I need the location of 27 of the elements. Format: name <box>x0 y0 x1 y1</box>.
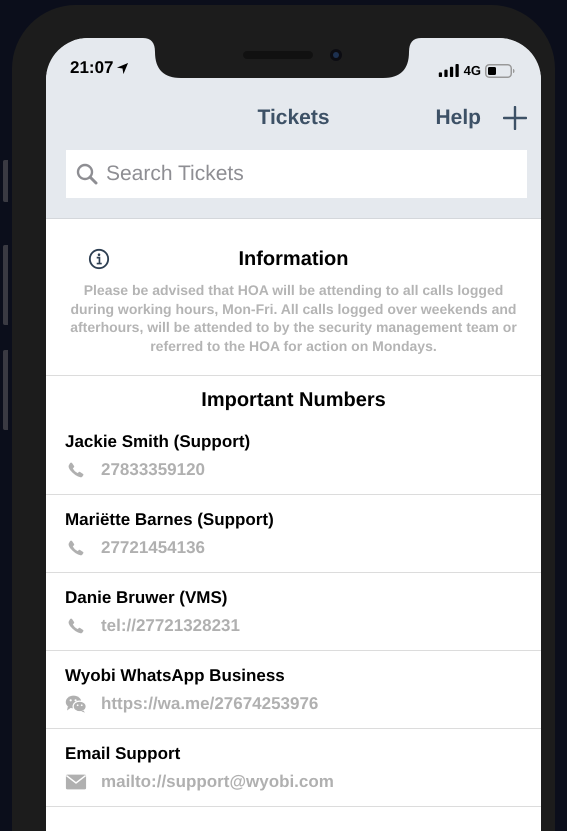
contact-name: Wyobi WhatsApp Business <box>65 665 286 687</box>
status-time: 21:07 <box>70 58 114 78</box>
search-input[interactable]: Search Tickets <box>106 162 517 186</box>
info-icon <box>88 248 110 270</box>
network-label: 4G <box>464 63 481 78</box>
contact-link[interactable]: mailto://support@wyobi.com <box>101 772 334 792</box>
contact-name: Danie Bruwer (VMS) <box>65 587 228 609</box>
search-field[interactable]: Search Tickets <box>66 150 527 198</box>
section-title: Information <box>238 248 348 270</box>
contact-link[interactable]: 27833359120 <box>101 460 206 480</box>
add-icon[interactable] <box>503 106 527 130</box>
contact-name: Email Support <box>65 743 182 765</box>
contact-link[interactable]: https://wa.me/27674253976 <box>101 694 318 714</box>
info-text: Please be advised that HOA will be attending to all calls logged during working hours, Mon-Fri. All calls logged over weekends and afterhours, will be attended to by the security management team or referred to the HOA for action on Mondays. <box>69 281 518 355</box>
battery-icon <box>485 64 515 78</box>
contact-name: Jackie Smith (Support) <box>65 431 252 453</box>
signal-icon <box>438 64 460 77</box>
contact-name: Mariëtte Barnes (Support) <box>65 509 275 531</box>
location-arrow-icon <box>116 62 130 74</box>
section-title: Important Numbers <box>200 388 387 413</box>
contact-link[interactable]: 27721454136 <box>101 538 206 558</box>
page-title: Tickets <box>258 106 330 130</box>
contact-link[interactable]: tel://27721328231 <box>101 616 240 636</box>
envelope-icon <box>65 773 87 791</box>
chat-bubbles-icon <box>65 695 87 713</box>
help-button[interactable]: Help <box>435 106 481 130</box>
search-icon <box>76 163 98 185</box>
